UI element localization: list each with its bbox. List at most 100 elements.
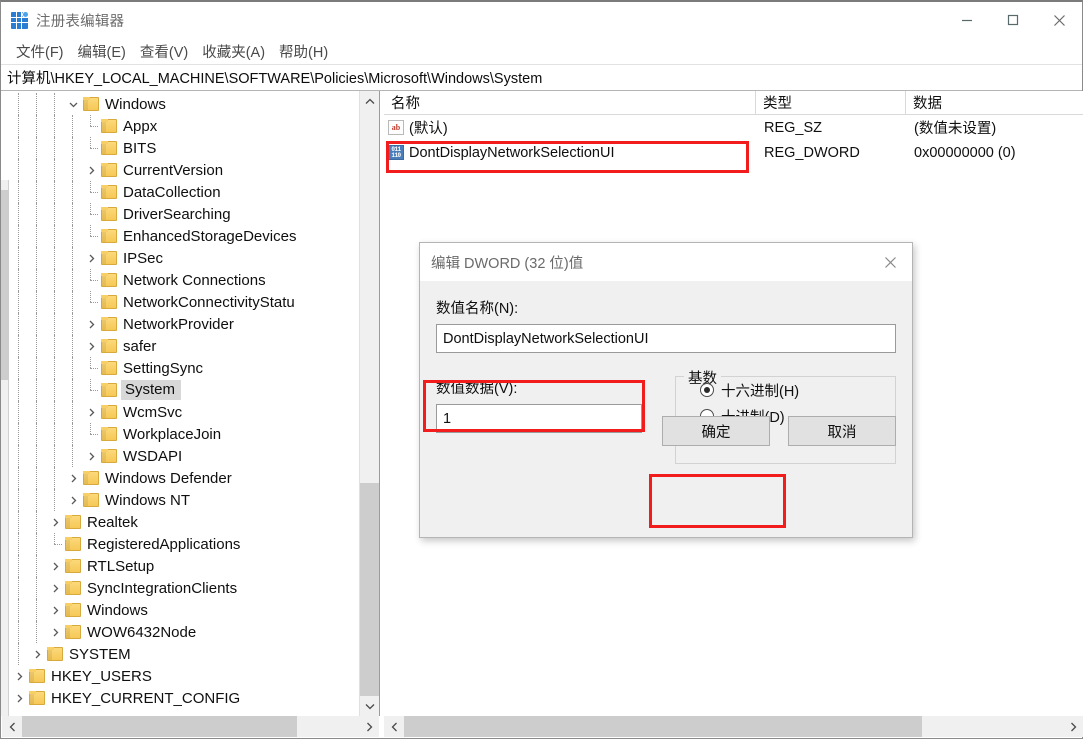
- ok-button[interactable]: 确定: [662, 416, 770, 446]
- tree-item-wow6432node[interactable]: WOW6432Node: [10, 621, 359, 643]
- dialog-close-button[interactable]: [868, 243, 912, 281]
- tree-item-appx[interactable]: Appx: [10, 115, 359, 137]
- values-scroll-right-button[interactable]: [1063, 716, 1083, 737]
- tree-item-rtlsetup[interactable]: RTLSetup: [10, 555, 359, 577]
- tree-item-driversearching[interactable]: DriverSearching: [10, 203, 359, 225]
- menu-item-edit[interactable]: 编辑(E): [71, 39, 133, 64]
- menu-item-view[interactable]: 查看(V): [133, 39, 195, 64]
- tree-indent-guide: [28, 577, 46, 599]
- tree-item-system[interactable]: System: [10, 379, 359, 401]
- value-name-cell: ab (默认): [384, 115, 756, 140]
- close-button[interactable]: [1036, 2, 1082, 38]
- table-row[interactable]: ab (默认) REG_SZ (数值未设置): [384, 115, 1083, 140]
- tree-item-windows[interactable]: Windows: [10, 599, 359, 621]
- tree-item-hkey-users[interactable]: HKEY_USERS: [10, 665, 359, 687]
- chevron-right-icon[interactable]: [82, 335, 100, 357]
- menu-item-favorites[interactable]: 收藏夹(A): [195, 39, 272, 64]
- chevron-right-icon[interactable]: [82, 313, 100, 335]
- tree-item-workplacejoin[interactable]: WorkplaceJoin: [10, 423, 359, 445]
- cancel-button[interactable]: 取消: [788, 416, 896, 446]
- maximize-button[interactable]: [990, 2, 1036, 38]
- chevron-right-icon[interactable]: [10, 687, 28, 709]
- tree-item-datacollection[interactable]: DataCollection: [10, 181, 359, 203]
- tree-item-wsdapi[interactable]: WSDAPI: [10, 445, 359, 467]
- chevron-right-icon[interactable]: [46, 511, 64, 533]
- tree-left-scrollbar[interactable]: [1, 180, 9, 716]
- tree-item-networkconnectivitystatu[interactable]: NetworkConnectivityStatu: [10, 291, 359, 313]
- values-hscroll-thumb[interactable]: [404, 716, 922, 737]
- tree-indent-guide: [46, 181, 64, 203]
- tree-horizontal-scrollbar[interactable]: [2, 716, 379, 737]
- tree-indent-guide: [28, 225, 46, 247]
- radio-hexadecimal[interactable]: 十六进制(H): [700, 377, 895, 403]
- chevron-right-icon[interactable]: [46, 621, 64, 643]
- tree-item-wcmsvc[interactable]: WcmSvc: [10, 401, 359, 423]
- chevron-right-icon[interactable]: [64, 489, 82, 511]
- tree-indent-guide: [64, 203, 82, 225]
- chevron-right-icon[interactable]: [82, 247, 100, 269]
- tree-indent-guide: [10, 467, 28, 489]
- tree-item-realtek[interactable]: Realtek: [10, 511, 359, 533]
- tree-scroll-left-button[interactable]: [2, 716, 22, 737]
- folder-icon: [101, 119, 117, 133]
- chevron-right-icon[interactable]: [28, 643, 46, 665]
- tree-item-enhancedstoragedevices[interactable]: EnhancedStorageDevices: [10, 225, 359, 247]
- tree-item-bits[interactable]: BITS: [10, 137, 359, 159]
- tree-indent-guide: [28, 291, 46, 313]
- tree-item-networkprovider[interactable]: NetworkProvider: [10, 313, 359, 335]
- chevron-left-icon: [9, 722, 16, 732]
- value-data-input[interactable]: 1: [436, 404, 642, 433]
- chevron-down-icon[interactable]: [64, 93, 82, 115]
- tree-item-settingsync[interactable]: SettingSync: [10, 357, 359, 379]
- menu-item-file[interactable]: 文件(F): [9, 39, 71, 64]
- chevron-right-icon[interactable]: [82, 401, 100, 423]
- column-header-type[interactable]: 类型: [756, 91, 906, 115]
- values-scroll-left-button[interactable]: [384, 716, 404, 737]
- tree-item-system[interactable]: SYSTEM: [10, 643, 359, 665]
- folder-icon: [65, 515, 81, 529]
- tree-hscroll-track[interactable]: [22, 716, 359, 737]
- chevron-right-icon[interactable]: [46, 555, 64, 577]
- column-header-data[interactable]: 数据: [906, 91, 1083, 115]
- chevron-right-icon[interactable]: [46, 577, 64, 599]
- edit-dword-dialog: 编辑 DWORD (32 位)值 数值名称(N): DontDisplayNet…: [419, 242, 913, 538]
- tree-item-label: safer: [123, 338, 160, 355]
- tree-item-syncintegrationclients[interactable]: SyncIntegrationClients: [10, 577, 359, 599]
- tree-indent-guide: [64, 313, 82, 335]
- folder-icon: [101, 405, 117, 419]
- tree-item-ipsec[interactable]: IPSec: [10, 247, 359, 269]
- tree-scroll-down-button[interactable]: [360, 696, 380, 716]
- value-name-input[interactable]: DontDisplayNetworkSelectionUI: [436, 324, 896, 353]
- tree-indent-guide: [28, 555, 46, 577]
- tree-item-registeredapplications[interactable]: RegisteredApplications: [10, 533, 359, 555]
- values-hscroll-track[interactable]: [404, 716, 1063, 737]
- tree-item-network-connections[interactable]: Network Connections: [10, 269, 359, 291]
- tree-hscroll-thumb[interactable]: [22, 716, 297, 737]
- chevron-right-icon[interactable]: [82, 159, 100, 181]
- values-horizontal-scrollbar[interactable]: [384, 716, 1083, 737]
- minimize-button[interactable]: [944, 2, 990, 38]
- tree-item-windows-nt[interactable]: Windows NT: [10, 489, 359, 511]
- tree-scrollbar-thumb[interactable]: [360, 483, 380, 696]
- tree-vertical-scrollbar[interactable]: [359, 91, 379, 716]
- folder-icon: [101, 449, 117, 463]
- address-bar[interactable]: 计算机\HKEY_LOCAL_MACHINE\SOFTWARE\Policies…: [1, 64, 1082, 91]
- tree-scroll-right-button[interactable]: [359, 716, 379, 737]
- tree-scroll-up-button[interactable]: [360, 91, 380, 111]
- chevron-right-icon[interactable]: [46, 599, 64, 621]
- menu-item-help[interactable]: 帮助(H): [272, 39, 335, 64]
- folder-icon: [101, 317, 117, 331]
- tree-item-windows-defender[interactable]: Windows Defender: [10, 467, 359, 489]
- tree-item-currentversion[interactable]: CurrentVersion: [10, 159, 359, 181]
- table-row[interactable]: 011 110 DontDisplayNetworkSelectionUI RE…: [384, 140, 1083, 165]
- tree-left-scrollbar-thumb[interactable]: [1, 190, 9, 380]
- column-header-name[interactable]: 名称: [384, 91, 756, 115]
- chevron-right-icon[interactable]: [64, 467, 82, 489]
- tree-item-hkey-current-config[interactable]: HKEY_CURRENT_CONFIG: [10, 687, 359, 709]
- tree-indent-guide: [10, 291, 28, 313]
- tree-item-safer[interactable]: safer: [10, 335, 359, 357]
- tree-item-label: RegisteredApplications: [87, 536, 244, 553]
- chevron-right-icon[interactable]: [10, 665, 28, 687]
- chevron-right-icon[interactable]: [82, 445, 100, 467]
- tree-item-windows[interactable]: Windows: [10, 93, 359, 115]
